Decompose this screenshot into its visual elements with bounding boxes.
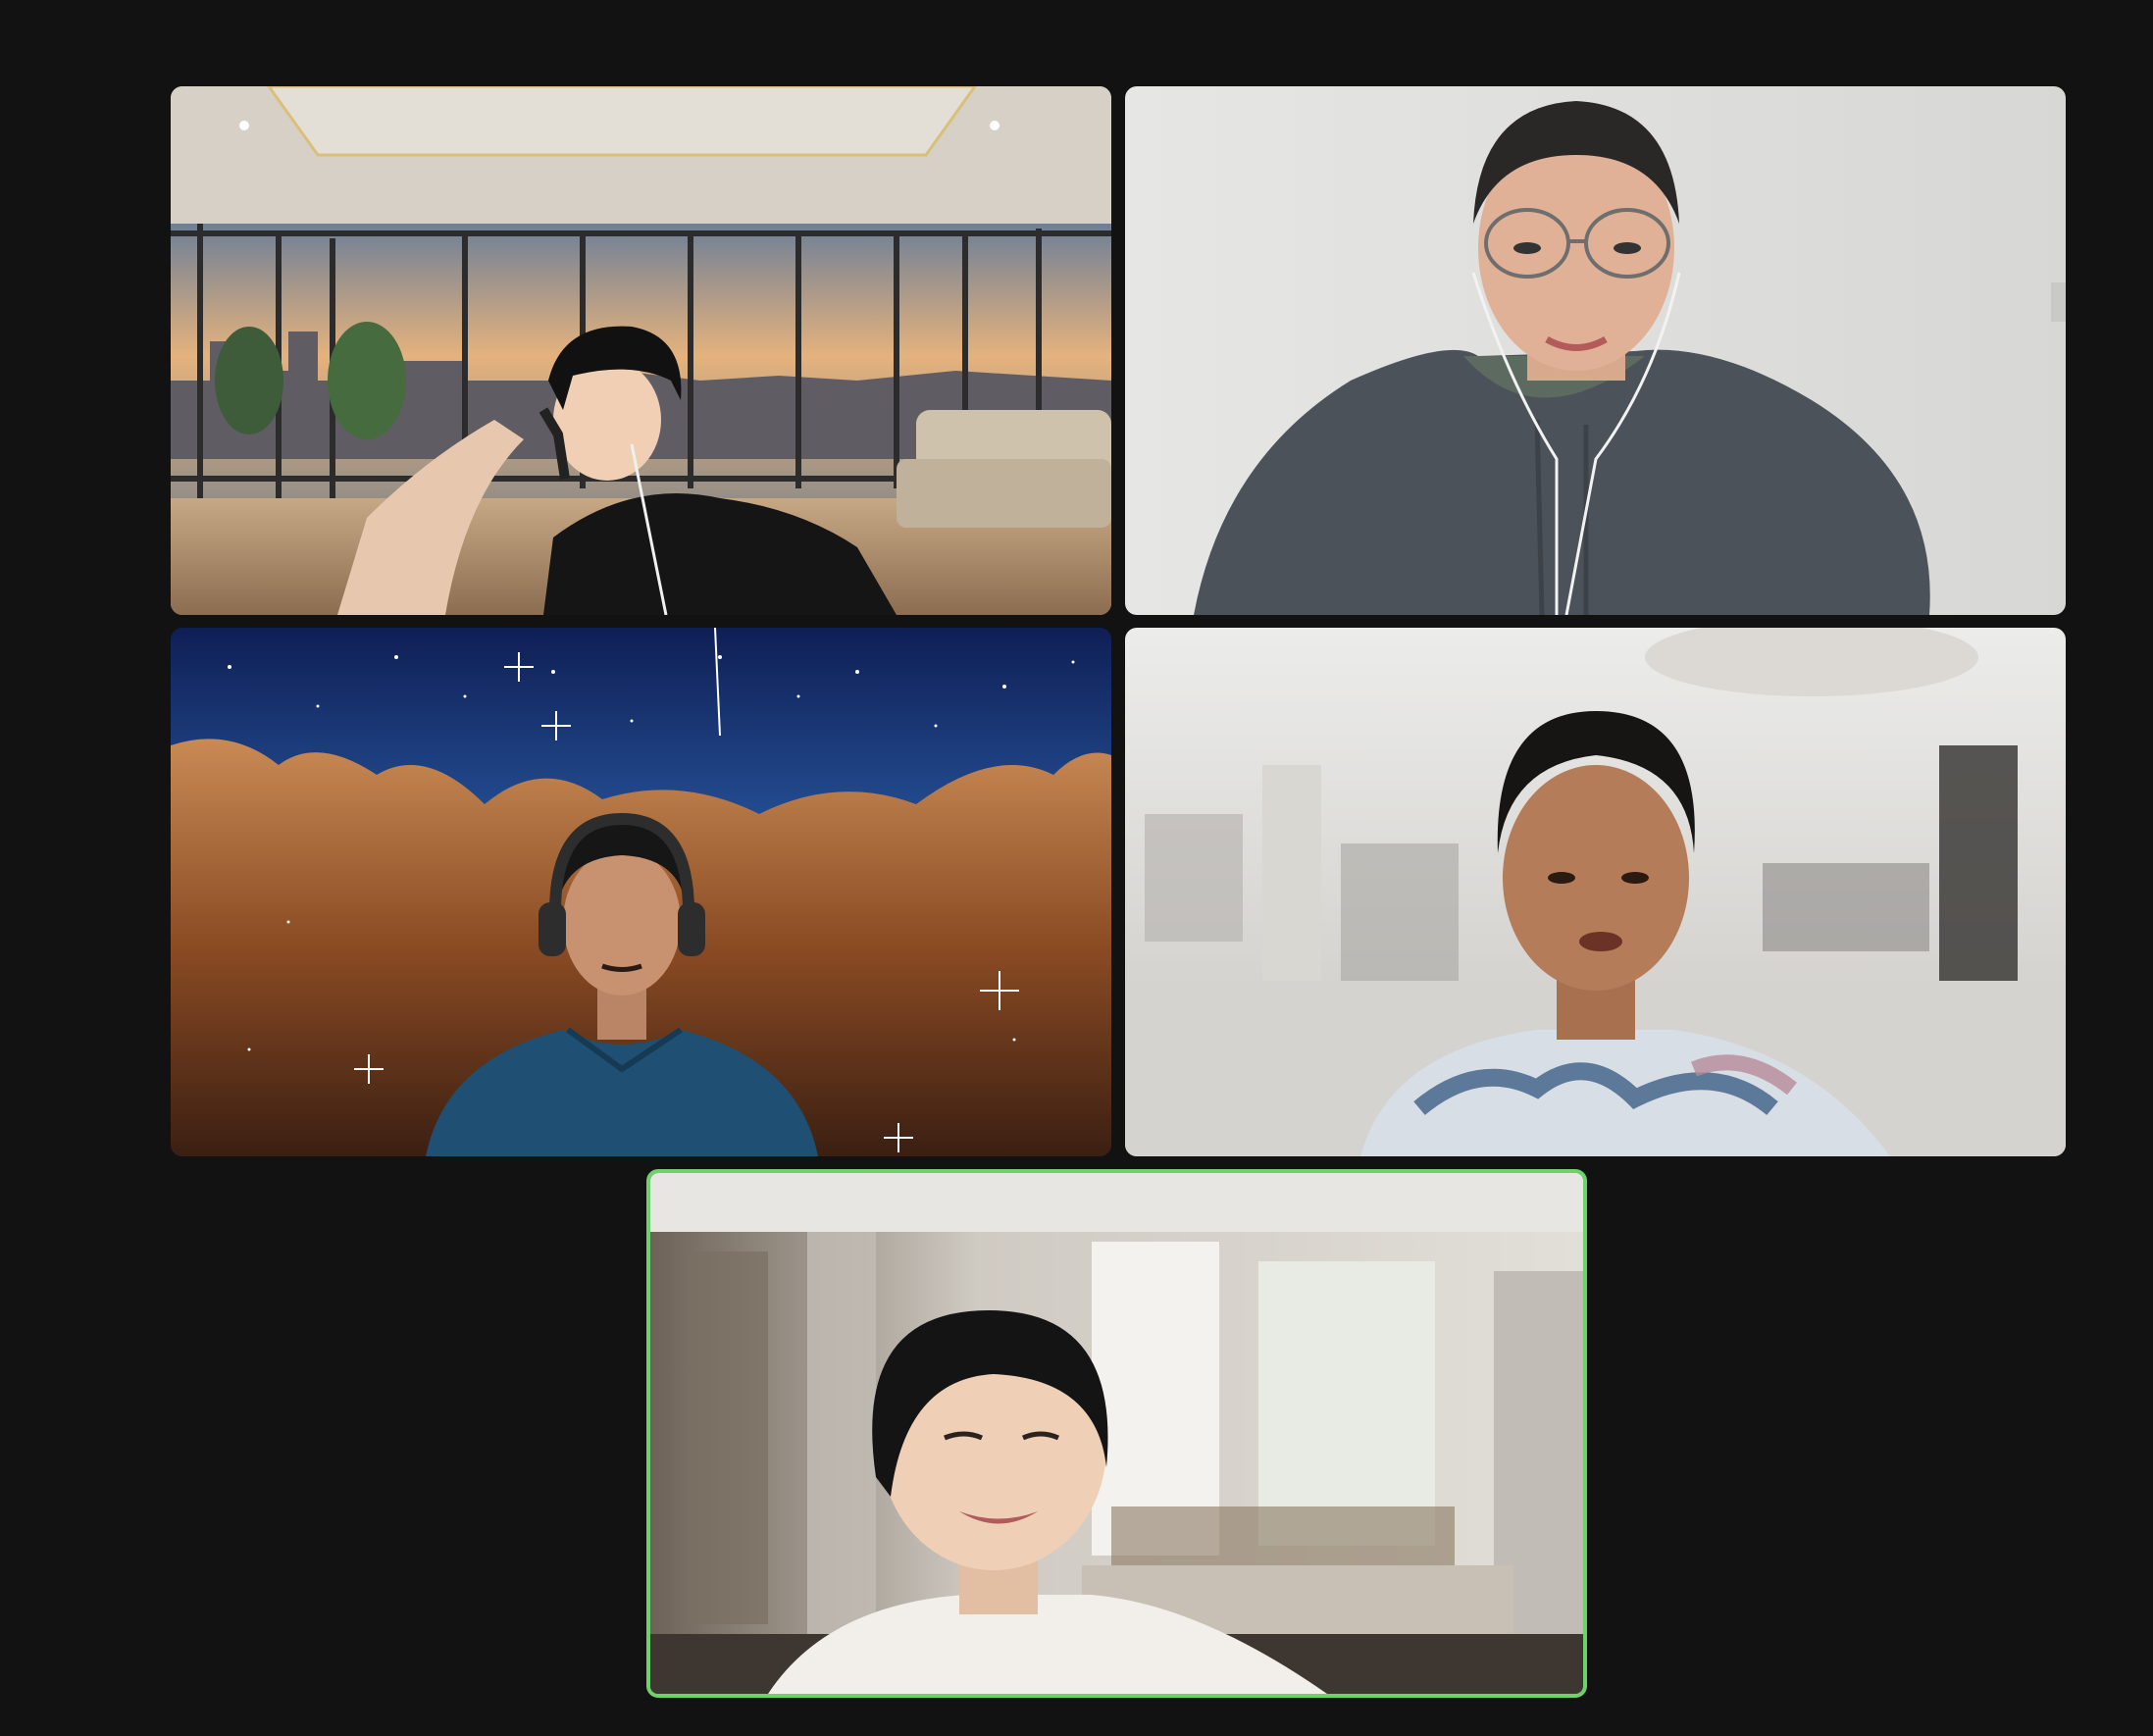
participant-2-video-frame: [1125, 86, 2066, 615]
participant-5-video-frame: [650, 1173, 1583, 1694]
participant-4-video-frame: [1125, 628, 2066, 1156]
participant-1-video-frame: [171, 86, 1111, 615]
participant-video-tile-2[interactable]: [1125, 86, 2066, 615]
participant-video-tile-4[interactable]: [1125, 628, 2066, 1156]
participant-3-video-frame: [171, 628, 1111, 1156]
meeting-gallery: [0, 0, 2153, 1736]
participant-video-tile-1[interactable]: [171, 86, 1111, 615]
participant-video-tile-3[interactable]: [171, 628, 1111, 1156]
participant-video-tile-5-active-speaker[interactable]: [646, 1169, 1587, 1698]
